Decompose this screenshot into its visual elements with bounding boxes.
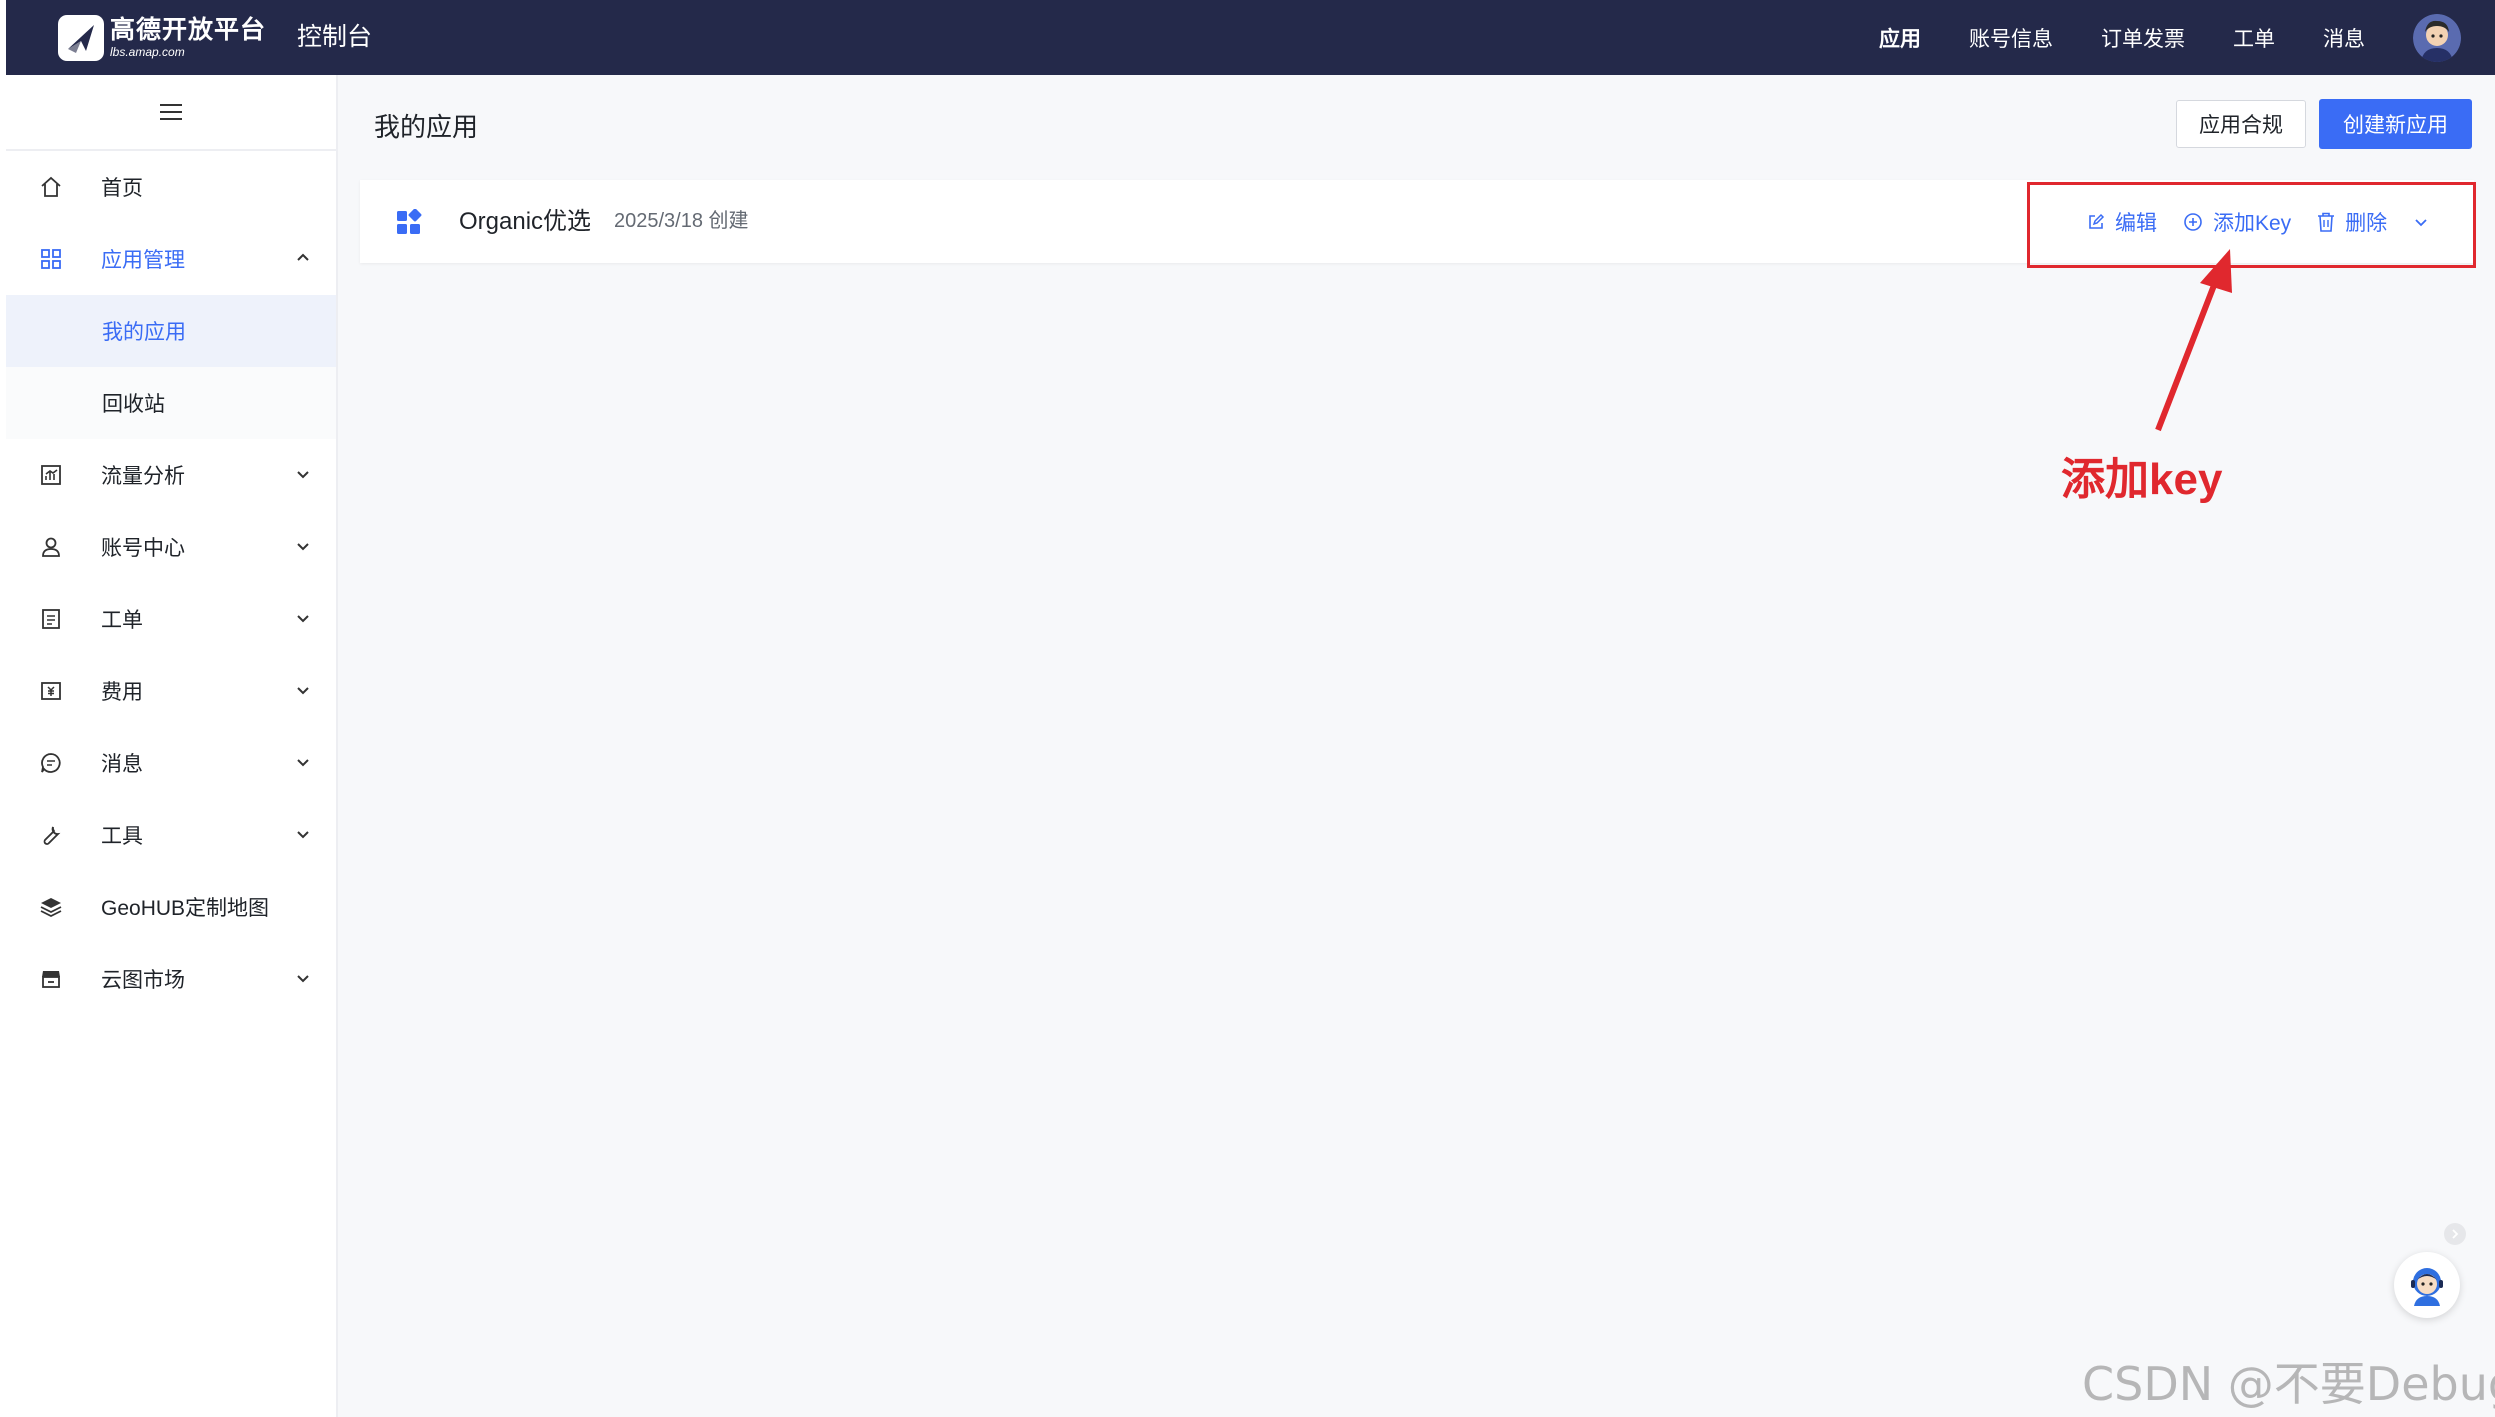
user-avatar[interactable] bbox=[2413, 13, 2461, 62]
nav-apps[interactable]: 应用 bbox=[1879, 23, 1921, 53]
chevron-down-icon bbox=[297, 687, 309, 695]
sidebar-item-label: 工单 bbox=[101, 609, 143, 632]
top-bar: 高德开放平台 lbs.amap.com 控制台 应用 账号信息 订单发票 工单 … bbox=[6, 0, 2495, 75]
sidebar-item-billing[interactable]: 费用 bbox=[6, 655, 336, 727]
grid-icon bbox=[41, 249, 61, 269]
sidebar-item-app-management[interactable]: 应用管理 bbox=[6, 223, 336, 295]
nav-tickets[interactable]: 工单 bbox=[2233, 23, 2275, 53]
ticket-icon bbox=[42, 609, 60, 629]
sidebar-item-my-apps[interactable]: 我的应用 bbox=[6, 295, 336, 367]
csdn-watermark: CSDN @不要Debug bbox=[2082, 1357, 2495, 1411]
sidebar-item-account-center[interactable]: 账号中心 bbox=[6, 511, 336, 583]
sidebar-item-cloud-market[interactable]: 云图市场 bbox=[6, 943, 336, 1015]
chevron-down-icon bbox=[297, 615, 309, 623]
logo-name: 高德开放平台 bbox=[110, 16, 267, 44]
console-title[interactable]: 控制台 bbox=[297, 0, 372, 75]
chevron-down-icon bbox=[297, 543, 309, 551]
sidebar-item-label: 费用 bbox=[101, 681, 143, 704]
sidebar-item-label: 回收站 bbox=[102, 393, 165, 416]
create-app-button[interactable]: 创建新应用 bbox=[2319, 99, 2472, 149]
annotation-highlight-box bbox=[2027, 182, 2476, 268]
billing-icon bbox=[41, 682, 61, 700]
helper-close-button[interactable] bbox=[2444, 1223, 2466, 1245]
layers-icon bbox=[40, 898, 62, 918]
nav-messages[interactable]: 消息 bbox=[2323, 23, 2365, 53]
sidebar-collapse-button[interactable] bbox=[6, 75, 336, 151]
app-created-date: 2025/3/18 创建 bbox=[614, 210, 749, 232]
sidebar-item-label: 流量分析 bbox=[101, 465, 185, 488]
chart-icon bbox=[41, 465, 61, 485]
wrench-icon bbox=[43, 826, 61, 845]
logo-url: lbs.amap.com bbox=[110, 45, 185, 59]
page-title: 我的应用 bbox=[374, 112, 479, 142]
sidebar: 首页 应用管理 我的应用 回收站 流量分析 账号中心 工单 费用 消息 工具 G… bbox=[6, 75, 338, 1417]
app-compliance-button[interactable]: 应用合规 bbox=[2176, 100, 2306, 148]
sidebar-item-label: 工具 bbox=[101, 825, 143, 848]
chevron-down-icon bbox=[297, 831, 309, 839]
sidebar-item-home[interactable]: 首页 bbox=[6, 151, 336, 223]
chevron-down-icon bbox=[297, 975, 309, 983]
chevron-down-icon bbox=[297, 759, 309, 767]
sidebar-item-tickets[interactable]: 工单 bbox=[6, 583, 336, 655]
sidebar-item-label: 我的应用 bbox=[102, 321, 186, 344]
sidebar-item-traffic-analysis[interactable]: 流量分析 bbox=[6, 439, 336, 511]
sidebar-item-label: 云图市场 bbox=[101, 969, 185, 992]
sidebar-item-geohub[interactable]: GeoHUB定制地图 bbox=[6, 871, 336, 943]
sidebar-item-label: 应用管理 bbox=[101, 249, 185, 272]
customer-service-button[interactable] bbox=[2394, 1252, 2460, 1318]
sidebar-item-label: 账号中心 bbox=[101, 537, 185, 560]
amap-logo[interactable]: 高德开放平台 lbs.amap.com bbox=[58, 12, 266, 64]
annotation-label: 添加key bbox=[2061, 455, 2223, 504]
sidebar-item-label: 首页 bbox=[101, 177, 143, 200]
nav-account-info[interactable]: 账号信息 bbox=[1969, 23, 2053, 53]
sidebar-item-tools[interactable]: 工具 bbox=[6, 799, 336, 871]
message-icon bbox=[41, 753, 61, 773]
app-icon bbox=[397, 209, 422, 234]
annotation-arrow bbox=[2155, 249, 2232, 432]
app-name: Organic优选 bbox=[459, 208, 592, 235]
home-icon bbox=[41, 176, 61, 197]
support-agent-icon bbox=[2411, 1268, 2443, 1306]
user-icon bbox=[42, 537, 60, 557]
sidebar-item-recycle-bin[interactable]: 回收站 bbox=[6, 367, 336, 439]
avatar-icon bbox=[2413, 13, 2461, 62]
top-nav: 应用 账号信息 订单发票 工单 消息 bbox=[1879, 0, 2495, 75]
sidebar-item-messages[interactable]: 消息 bbox=[6, 727, 336, 799]
menu-icon bbox=[160, 104, 182, 120]
chevron-down-icon bbox=[297, 471, 309, 479]
sidebar-item-label: GeoHUB定制地图 bbox=[101, 897, 270, 920]
chevron-right-icon bbox=[2452, 1229, 2459, 1239]
store-icon bbox=[42, 971, 60, 988]
sidebar-item-label: 消息 bbox=[101, 753, 143, 776]
nav-orders-invoices[interactable]: 订单发票 bbox=[2101, 23, 2185, 53]
amap-logo-icon bbox=[58, 15, 104, 61]
chevron-up-icon bbox=[297, 253, 309, 261]
